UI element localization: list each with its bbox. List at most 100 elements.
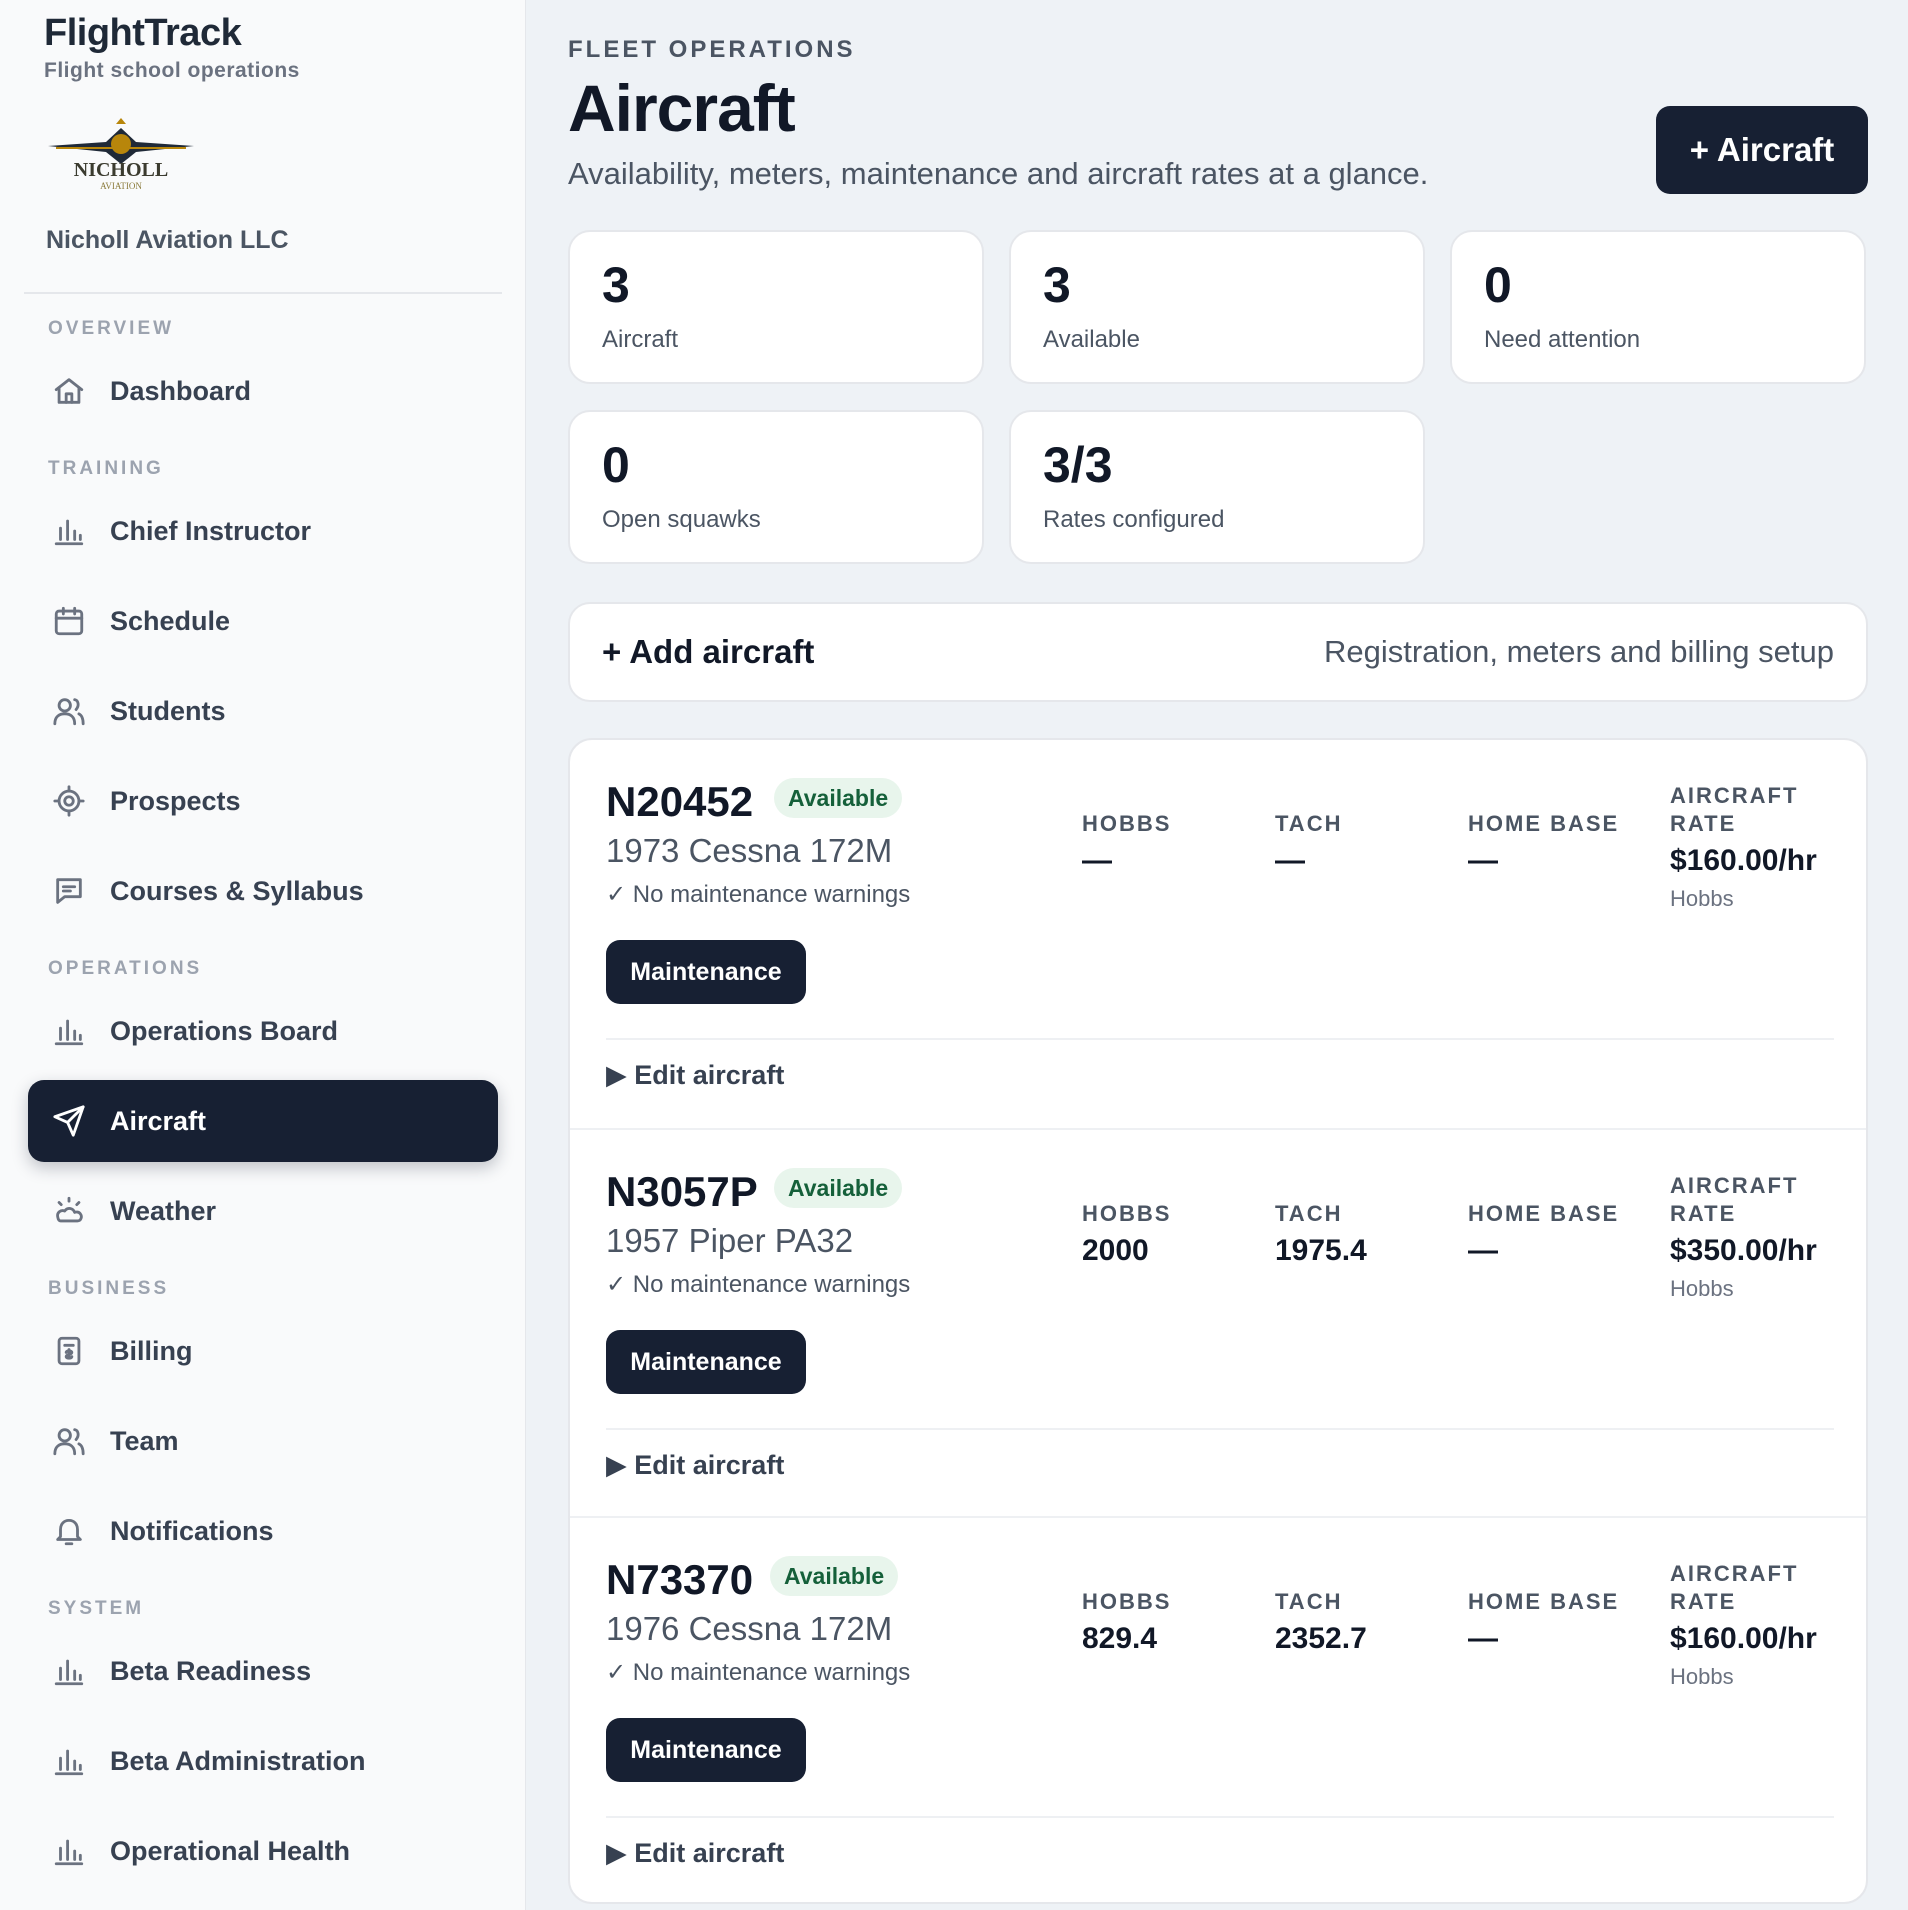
home-base-label: HOME BASE <box>1468 811 1620 836</box>
rate-value: $350.00/hr <box>1670 1234 1817 1267</box>
sidebar-item-billing[interactable]: Billing <box>28 1310 498 1392</box>
sidebar-item-operational-health[interactable]: Operational Health <box>28 1810 498 1892</box>
sidebar-item-schedule[interactable]: Schedule <box>28 580 498 662</box>
hobbs-meter: HOBBS 2000 <box>1082 1200 1171 1268</box>
sidebar-item-students[interactable]: Students <box>28 670 498 752</box>
stat-card-available: 3 Available <box>1009 230 1425 384</box>
sidebar-item-label: Courses & Syllabus <box>110 875 364 906</box>
bar-chart-icon <box>50 1832 88 1870</box>
maintenance-warning-status: ✓ No maintenance warnings <box>606 1271 911 1298</box>
bell-icon <box>50 1512 88 1550</box>
bar-chart-icon <box>50 1652 88 1690</box>
stat-card-aircraft: 3 Aircraft <box>568 230 984 384</box>
stat-value: 0 <box>602 437 630 493</box>
home-icon <box>50 372 88 410</box>
home-base-label: HOME BASE <box>1468 1589 1620 1614</box>
cloud-sun-icon <box>50 1192 88 1230</box>
tach-meter: TACH 1975.4 <box>1275 1200 1367 1268</box>
maintenance-button[interactable]: Maintenance <box>606 1330 806 1394</box>
hobbs-label: HOBBS <box>1082 1589 1172 1614</box>
aircraft-model: 1973 Cessna 172M <box>606 832 893 869</box>
sidebar-item-dashboard[interactable]: Dashboard <box>28 350 498 432</box>
tach-meter: TACH — <box>1275 810 1342 878</box>
sidebar-item-label: Dashboard <box>110 375 252 406</box>
status-badge: Available <box>770 1556 899 1596</box>
hobbs-value: 829.4 <box>1082 1622 1158 1655</box>
sidebar: FlightTrack Flight school operations NIC… <box>0 0 526 1910</box>
calendar-icon <box>50 602 88 640</box>
stat-card-rates-configured: 3/3 Rates configured <box>1009 410 1425 564</box>
hobbs-value: 2000 <box>1082 1234 1149 1267</box>
home-base: HOME BASE — <box>1468 1588 1619 1656</box>
stat-value: 3 <box>602 257 630 313</box>
stat-card-open-squawks: 0 Open squawks <box>568 410 984 564</box>
status-badge: Available <box>774 778 903 818</box>
users-icon <box>50 1422 88 1460</box>
sidebar-item-aircraft[interactable]: Aircraft <box>28 1080 498 1162</box>
sidebar-item-weather[interactable]: Weather <box>28 1170 498 1252</box>
tach-value: 2352.7 <box>1275 1622 1367 1655</box>
rate-label: AIRCRAFT RATE <box>1670 1561 1799 1614</box>
home-base-value: — <box>1468 1234 1498 1267</box>
sidebar-item-prospects[interactable]: Prospects <box>28 760 498 842</box>
home-base-label: HOME BASE <box>1468 1201 1620 1226</box>
hobbs-meter: HOBBS — <box>1082 810 1171 878</box>
aircraft-card: N20452 Available 1973 Cessna 172M ✓ No m… <box>570 740 1866 1128</box>
status-badge: Available <box>774 1168 903 1208</box>
card-divider <box>606 1816 1834 1818</box>
stat-card-need-attention: 0 Need attention <box>1450 230 1866 384</box>
stat-value: 0 <box>1484 257 1512 313</box>
receipt-icon <box>50 1332 88 1370</box>
sidebar-item-label: Weather <box>110 1195 217 1226</box>
hobbs-label: HOBBS <box>1082 1201 1172 1226</box>
aircraft-registration: N20452 <box>606 778 754 825</box>
maintenance-button[interactable]: Maintenance <box>606 1718 806 1782</box>
home-base: HOME BASE — <box>1468 1200 1619 1268</box>
bar-chart-icon <box>50 1012 88 1050</box>
maintenance-button[interactable]: Maintenance <box>606 940 806 1004</box>
main-content: FLEET OPERATIONS Aircraft Availability, … <box>526 0 1908 1910</box>
add-aircraft-row[interactable]: + Add aircraft Registration, meters and … <box>568 602 1868 702</box>
svg-text:AVIATION: AVIATION <box>100 181 142 191</box>
sidebar-item-operations-board[interactable]: Operations Board <box>28 990 498 1072</box>
target-icon <box>50 782 88 820</box>
sidebar-item-courses[interactable]: Courses & Syllabus <box>28 850 498 932</box>
tach-value: — <box>1275 844 1305 877</box>
aircraft-model: 1976 Cessna 172M <box>606 1610 893 1647</box>
aircraft-model: 1957 Piper PA32 <box>606 1222 854 1259</box>
edit-aircraft-toggle[interactable]: ▶ Edit aircraft <box>606 1838 784 1869</box>
stat-label: Aircraft <box>602 326 679 353</box>
edit-aircraft-toggle[interactable]: ▶ Edit aircraft <box>606 1450 784 1481</box>
bar-chart-icon <box>50 1742 88 1780</box>
rate-label: AIRCRAFT RATE <box>1670 783 1799 836</box>
sidebar-item-label: Billing <box>110 1335 193 1366</box>
add-aircraft-hint: Registration, meters and billing setup <box>1323 634 1834 669</box>
sidebar-item-label: Prospects <box>110 785 241 816</box>
sidebar-item-label: Operational Health <box>110 1835 351 1866</box>
aircraft-rate: AIRCRAFT RATE $350.00/hr Hobbs <box>1670 1172 1820 1302</box>
aircraft-registration: N73370 <box>606 1556 754 1603</box>
aircraft-rate: AIRCRAFT RATE $160.00/hr Hobbs <box>1670 782 1820 912</box>
hobbs-label: HOBBS <box>1082 811 1172 836</box>
maintenance-warning-status: ✓ No maintenance warnings <box>606 881 911 908</box>
page-title: Aircraft <box>568 71 796 145</box>
sidebar-item-team[interactable]: Team <box>28 1400 498 1482</box>
rate-label: AIRCRAFT RATE <box>1670 1173 1799 1226</box>
sidebar-item-beta-administration[interactable]: Beta Administration <box>28 1720 498 1802</box>
stat-label: Rates configured <box>1043 506 1225 533</box>
sidebar-item-beta-readiness[interactable]: Beta Readiness <box>28 1630 498 1712</box>
stat-label: Open squawks <box>602 506 761 533</box>
send-icon <box>50 1102 88 1140</box>
edit-aircraft-toggle[interactable]: ▶ Edit aircraft <box>606 1060 784 1091</box>
add-aircraft-button[interactable]: + Aircraft <box>1656 106 1868 194</box>
stat-label: Need attention <box>1484 326 1641 353</box>
hobbs-value: — <box>1082 844 1112 877</box>
home-base: HOME BASE — <box>1468 810 1619 878</box>
sidebar-item-notifications[interactable]: Notifications <box>28 1490 498 1572</box>
aircraft-list: N20452 Available 1973 Cessna 172M ✓ No m… <box>568 738 1868 1904</box>
tach-label: TACH <box>1275 1201 1343 1226</box>
org-name: Nicholl Aviation LLC <box>46 226 289 254</box>
sidebar-item-chief-instructor[interactable]: Chief Instructor <box>28 490 498 572</box>
sidebar-divider <box>24 292 502 294</box>
card-divider <box>606 1428 1834 1430</box>
